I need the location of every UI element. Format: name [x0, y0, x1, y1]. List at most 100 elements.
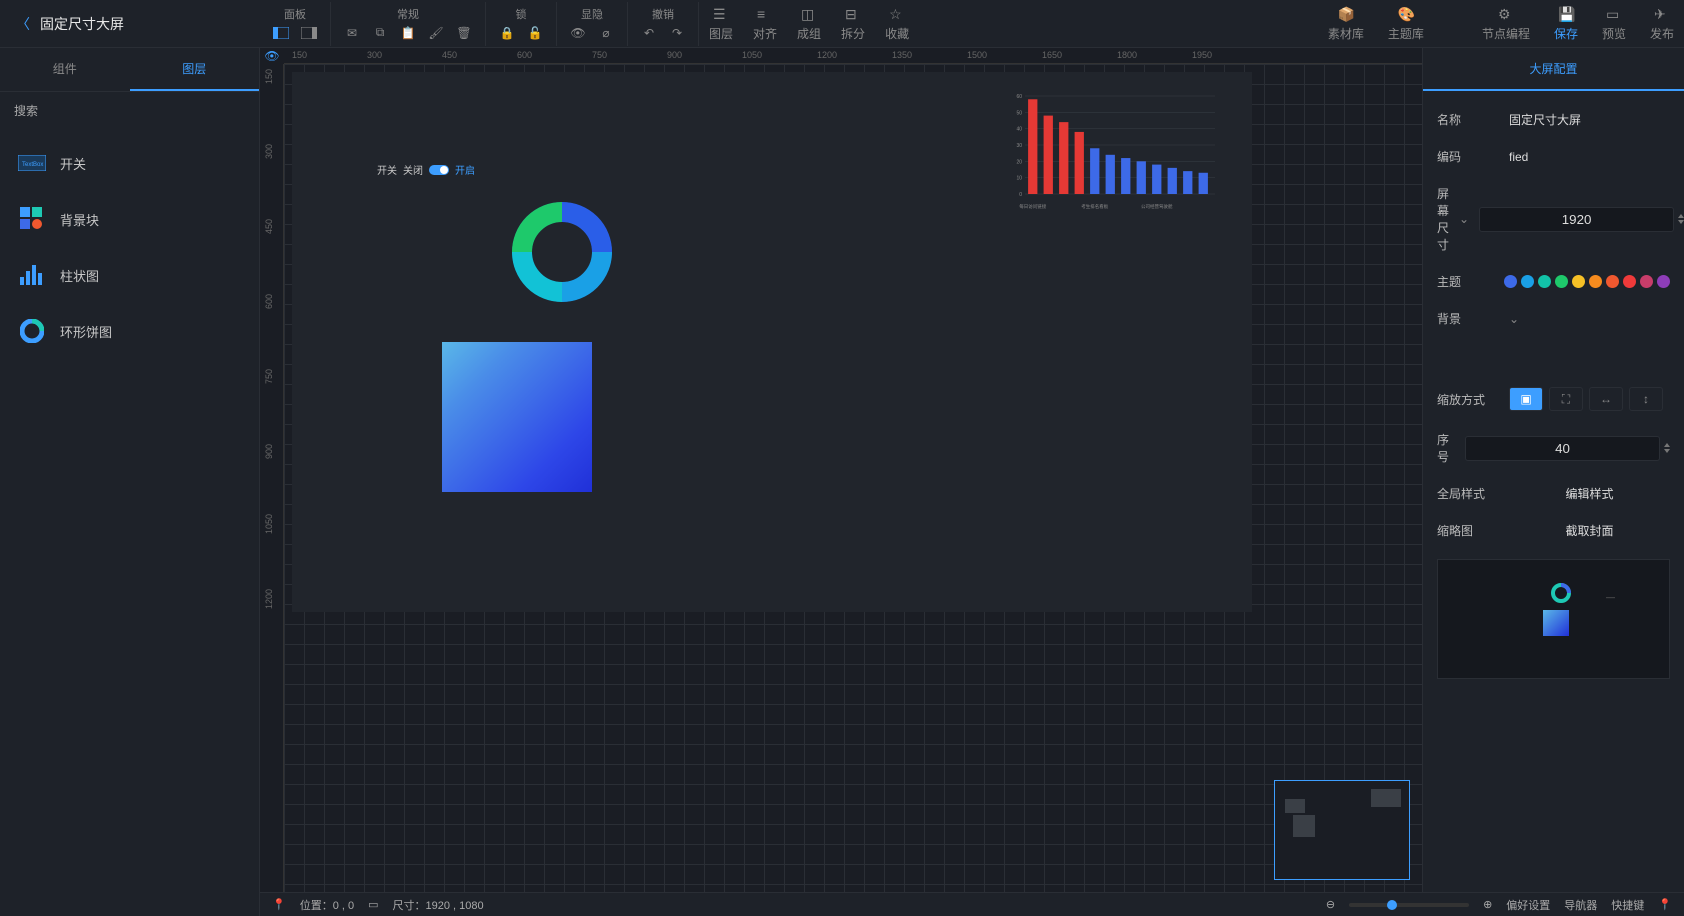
save-button[interactable]: 💾保存 [1544, 2, 1588, 46]
status-bar: 📍 位置：0 , 0 ▭ 尺寸：1920 , 1080 ⊖ ⊕ 偏好设置 导航器… [260, 892, 1684, 916]
code-label: 编码 [1437, 148, 1499, 165]
theme-label: 主题 [1437, 273, 1494, 290]
chevron-down-icon[interactable]: ⌄ [1509, 312, 1519, 326]
donut-widget[interactable] [507, 197, 617, 307]
group-undo-label: 撤销 [652, 6, 674, 22]
back-icon[interactable]: 〈 [16, 14, 30, 34]
node-editor-label: 节点编程 [1482, 25, 1530, 42]
theme-swatch[interactable] [1623, 275, 1636, 288]
name-value[interactable]: 固定尺寸大屏 [1509, 111, 1670, 128]
donut-chart-icon [18, 319, 46, 343]
shortcut-button[interactable]: 快捷键 [1611, 897, 1644, 913]
svg-text:10: 10 [1016, 176, 1022, 182]
toolbar: 面板 常规 ✉ ⧉ 📋 🖌 🗑 锁 🔒 🔓 显隐 [260, 2, 1684, 46]
preview-button[interactable]: ▭预览 [1592, 2, 1636, 46]
locate-icon[interactable]: 📍 [1658, 898, 1672, 911]
theme-swatch[interactable] [1521, 275, 1534, 288]
right-panel: 大屏配置 名称 固定尺寸大屏 编码 fied 屏幕尺寸 ⌄ 主题 背景 ⌄ 缩放… [1422, 48, 1684, 892]
undo-icon[interactable]: ↶ [640, 24, 658, 42]
edit-style-button[interactable]: 编辑样式 [1509, 485, 1670, 502]
theme-swatch[interactable] [1640, 275, 1653, 288]
pref-button[interactable]: 偏好设置 [1506, 897, 1550, 913]
bg-label: 背景 [1437, 310, 1499, 327]
publish-label: 发布 [1650, 25, 1674, 42]
width-input[interactable] [1479, 207, 1674, 232]
unlock-icon[interactable]: 🔓 [526, 24, 544, 42]
capture-cover-button[interactable]: 截取封面 [1509, 522, 1670, 539]
pin-icon[interactable]: 📍 [272, 898, 286, 911]
tab-components[interactable]: 组件 [0, 48, 130, 91]
order-stepper[interactable] [1664, 443, 1670, 453]
layer-label: 开关 [60, 154, 86, 173]
theme-swatch[interactable] [1572, 275, 1585, 288]
thumbnail-preview: — [1437, 559, 1670, 679]
minimap[interactable] [1274, 780, 1410, 880]
zoom-slider[interactable] [1349, 903, 1469, 907]
order-input[interactable] [1465, 436, 1660, 461]
toggle-icon[interactable] [429, 165, 449, 175]
code-value[interactable]: fied [1509, 150, 1670, 164]
favorite-button[interactable]: ☆收藏 [875, 2, 919, 46]
block-widget[interactable] [442, 342, 592, 492]
stage[interactable]: 开关 关闭 开启 0102030405060每日访问链接考生排名看板公司经营驾驶… [292, 72, 1252, 612]
layer-item-block[interactable]: 背景块 [14, 191, 245, 247]
show-icon[interactable]: 👁 [569, 24, 587, 42]
layer-item-donut[interactable]: 环形饼图 [14, 303, 245, 359]
publish-button[interactable]: ✈发布 [1640, 2, 1684, 46]
name-label: 名称 [1437, 111, 1499, 128]
tab-layers[interactable]: 图层 [130, 48, 260, 91]
group-visibility-label: 显隐 [581, 6, 603, 22]
panel-right-icon[interactable] [300, 24, 318, 42]
panel-left-icon[interactable] [272, 24, 290, 42]
svg-text:50: 50 [1016, 110, 1022, 116]
zoom-in-icon[interactable]: ⊕ [1483, 898, 1492, 911]
search-row[interactable]: 搜索 [0, 92, 259, 129]
layer-item-bar[interactable]: 柱状图 [14, 247, 245, 303]
chevron-down-icon[interactable]: ⌄ [1459, 212, 1469, 226]
layer-item-switch[interactable]: TextBox 开关 [14, 135, 245, 191]
group-button[interactable]: ◫成组 [787, 2, 831, 46]
theme-swatch[interactable] [1555, 275, 1568, 288]
switch-widget[interactable]: 开关 关闭 开启 [377, 162, 475, 177]
scale-mode-width[interactable]: ↔ [1589, 387, 1623, 411]
align-menu-button[interactable]: ≡对齐 [743, 2, 787, 46]
order-label: 序号 [1437, 431, 1455, 465]
width-stepper[interactable] [1678, 214, 1684, 224]
scale-mode-fit[interactable]: ⛶ [1549, 387, 1583, 411]
grid-color-icon [18, 207, 46, 231]
zoom-out-icon[interactable]: ⊖ [1326, 898, 1335, 911]
layer-menu-button[interactable]: ☰图层 [699, 2, 743, 46]
theme-lib-label: 主题库 [1388, 25, 1424, 42]
scale-mode-fill[interactable]: ▣ [1509, 387, 1543, 411]
node-editor-button[interactable]: ⚙节点编程 [1472, 2, 1540, 46]
left-panel: 组件 图层 搜索 TextBox 开关 背景块 柱状图 环形饼图 [0, 48, 260, 916]
theme-lib-button[interactable]: 🎨主题库 [1378, 2, 1434, 46]
theme-swatch[interactable] [1538, 275, 1551, 288]
ruler-corner-icon[interactable]: 👁 [260, 48, 284, 64]
copy-icon[interactable]: ⧉ [371, 24, 389, 42]
theme-swatch[interactable] [1657, 275, 1670, 288]
svg-text:考生排名看板: 考生排名看板 [1081, 203, 1108, 210]
favorite-label: 收藏 [885, 25, 909, 42]
save-local-icon[interactable]: ✉ [343, 24, 361, 42]
bar-chart-widget[interactable]: 0102030405060每日访问链接考生排名看板公司经营驾驶舱 [1007, 92, 1217, 212]
canvas-grid[interactable]: 开关 关闭 开启 0102030405060每日访问链接考生排名看板公司经营驾驶… [284, 64, 1422, 892]
hide-icon[interactable]: ⌀ [597, 24, 615, 42]
nav-button[interactable]: 导航器 [1564, 897, 1597, 913]
material-lib-button[interactable]: 📦素材库 [1318, 2, 1374, 46]
theme-swatch[interactable] [1589, 275, 1602, 288]
ungroup-button[interactable]: ⊟拆分 [831, 2, 875, 46]
svg-text:60: 60 [1016, 94, 1022, 100]
theme-swatch[interactable] [1606, 275, 1619, 288]
delete-icon[interactable]: 🗑 [455, 24, 473, 42]
paste-icon[interactable]: 📋 [399, 24, 417, 42]
scale-mode-height[interactable]: ↕ [1629, 387, 1663, 411]
lock-icon[interactable]: 🔒 [498, 24, 516, 42]
svg-text:公司经营驾驶舱: 公司经营驾驶舱 [1141, 203, 1173, 210]
preview-label: 预览 [1602, 25, 1626, 42]
config-tab[interactable]: 大屏配置 [1423, 48, 1684, 91]
redo-icon[interactable]: ↷ [668, 24, 686, 42]
theme-swatch[interactable] [1504, 275, 1517, 288]
search-label: 搜索 [14, 102, 38, 119]
brush-icon[interactable]: 🖌 [427, 24, 445, 42]
